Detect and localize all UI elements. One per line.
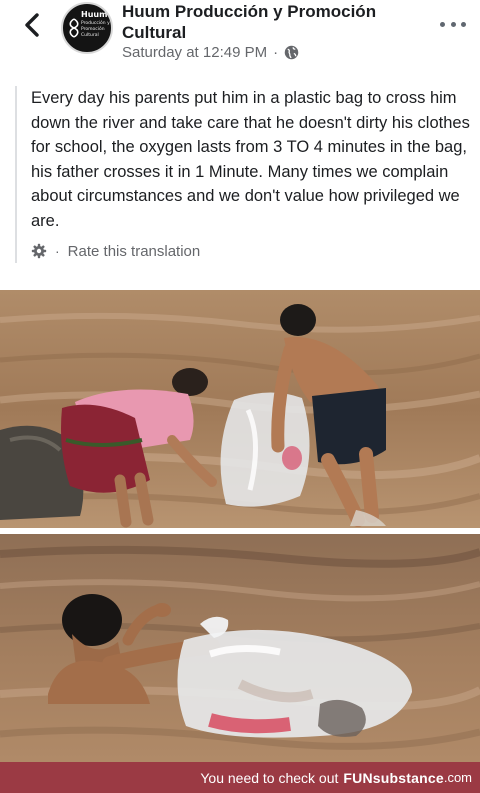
avatar-org-name: Huum <box>81 10 108 19</box>
more-dot-icon <box>450 21 456 27</box>
river-scene-1 <box>0 290 480 528</box>
post-meta: Saturday at 12:49 PM · <box>122 44 299 61</box>
translation-row: · Rate this translation <box>31 239 470 263</box>
rate-translation-link[interactable]: Rate this translation <box>68 243 201 260</box>
watermark-banner: You need to check out FUNsubstance .com <box>0 762 480 793</box>
watermark-text: You need to check out <box>200 769 339 786</box>
back-button[interactable] <box>20 10 44 40</box>
post-text: Every day his parents put him in a plast… <box>31 89 470 230</box>
river-scene-2 <box>0 534 480 762</box>
translated-post: Every day his parents put him in a plast… <box>15 86 470 263</box>
chevron-left-icon <box>25 13 39 37</box>
translation-separator: · <box>55 243 60 259</box>
post-header: Huum Producción y Promoción Cultural Huu… <box>0 0 480 78</box>
logo-mark-icon <box>69 18 79 38</box>
avatar[interactable]: Huum Producción y Promoción Cultural <box>61 2 113 54</box>
more-dot-icon <box>440 21 445 27</box>
photo-father-swimming[interactable] <box>0 534 480 762</box>
photo-parents-river[interactable] <box>0 290 480 528</box>
watermark-brand: FUNsubstance <box>343 769 444 786</box>
meta-separator: · <box>273 44 279 61</box>
globe-icon[interactable] <box>284 45 299 60</box>
timestamp[interactable]: Saturday at 12:49 PM <box>122 44 267 61</box>
more-dot-icon <box>461 21 466 27</box>
watermark-tld: .com <box>443 770 472 785</box>
gear-icon[interactable] <box>31 243 47 259</box>
avatar-org-subtitle: Producción y Promoción Cultural <box>81 21 110 38</box>
page-name[interactable]: Huum Producción y Promoción Cultural <box>122 1 412 43</box>
more-options-button[interactable] <box>440 14 466 34</box>
